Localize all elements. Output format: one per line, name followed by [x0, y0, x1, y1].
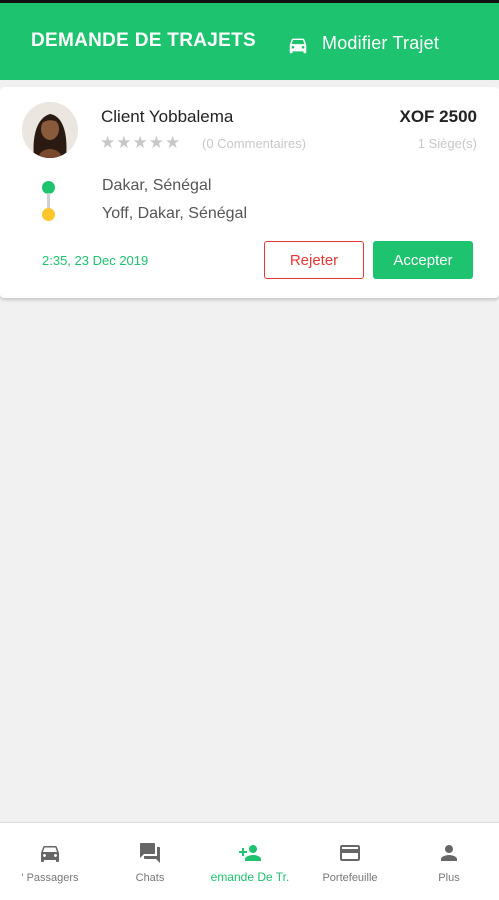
request-datetime: 2:35, 23 Dec 2019 — [42, 253, 149, 268]
nav-label: emande De Tr. — [210, 870, 290, 884]
origin-address: Dakar, Sénégal — [102, 177, 212, 194]
star-icon: ★ — [116, 133, 132, 152]
seat-count: 1 Siège(s) — [417, 136, 477, 151]
nav-item-more[interactable]: Plus — [399, 823, 499, 900]
trip-price: XOF 2500 — [399, 107, 478, 126]
app-header: DEMANDE DE TRAJETS Modifier Trajet — [0, 0, 499, 80]
destination-dot-icon — [42, 208, 55, 221]
reject-button[interactable]: Rejeter — [264, 241, 364, 279]
rating-stars: ★ ★ ★ ★ ★ — [100, 134, 181, 152]
nav-label: Portefeuille — [322, 872, 378, 884]
nav-label: ' Passagers — [21, 872, 79, 884]
avatar — [22, 102, 78, 158]
chat-icon — [140, 843, 160, 863]
client-name: Client Yobbalema — [101, 107, 234, 126]
nav-item-passengers[interactable]: ' Passagers — [0, 823, 100, 900]
nav-item-wallet[interactable]: Portefeuille — [300, 823, 400, 900]
review-count: (0 Commentaires) — [202, 136, 307, 151]
nav-label: Chats — [135, 872, 165, 884]
wallet-icon — [340, 845, 360, 861]
accept-button[interactable]: Accepter — [373, 241, 473, 279]
car-icon[interactable] — [287, 34, 309, 56]
star-icon: ★ — [165, 133, 181, 152]
star-icon: ★ — [100, 133, 116, 152]
person-icon — [441, 845, 457, 861]
client-photo — [22, 102, 78, 158]
car-icon — [41, 846, 59, 862]
bottom-navigation: ' Passagers Chats emande De Tr. Portefeu… — [0, 822, 499, 900]
ride-request-card: Client Yobbalema XOF 2500 ★ ★ ★ ★ ★ (0 C… — [0, 87, 499, 298]
person-add-icon — [239, 845, 261, 861]
nav-label: Plus — [438, 872, 460, 884]
nav-item-trip-requests[interactable]: emande De Tr. — [200, 823, 300, 900]
destination-address: Yoff, Dakar, Sénégal — [102, 205, 247, 222]
modify-trip-button[interactable]: Modifier Trajet — [322, 33, 439, 54]
nav-item-chats[interactable]: Chats — [100, 823, 200, 900]
route-connector — [47, 193, 50, 209]
star-icon: ★ — [132, 133, 148, 152]
page-title: DEMANDE DE TRAJETS — [31, 30, 256, 51]
star-icon: ★ — [148, 133, 164, 152]
